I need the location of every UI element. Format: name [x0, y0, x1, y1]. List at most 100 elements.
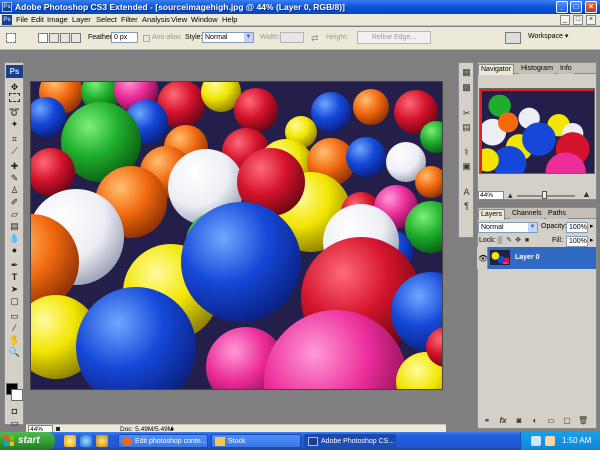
- adjustment-icon[interactable]: ◐: [530, 416, 540, 426]
- style-select[interactable]: Normal ▼: [202, 32, 254, 43]
- task-edit-photoshop[interactable]: Edit photoshop conte...: [118, 434, 208, 448]
- pen-tool-icon[interactable]: ✒: [7, 259, 22, 271]
- quick-mask-icon[interactable]: ◘: [7, 405, 22, 417]
- add-selection-icon[interactable]: [49, 33, 59, 43]
- new-layer-icon[interactable]: ▢: [562, 416, 572, 426]
- menu-window[interactable]: Window: [191, 14, 218, 26]
- menu-help[interactable]: Help: [222, 14, 237, 26]
- path-selection-tool-icon[interactable]: ➤: [7, 283, 22, 295]
- doc-minimize-button[interactable]: _: [560, 15, 570, 25]
- clone-stamp-tool-icon[interactable]: ♙: [7, 184, 22, 196]
- navigator-view-box[interactable]: [480, 89, 594, 173]
- lasso-tool-icon[interactable]: ➰: [7, 106, 22, 118]
- clone-source-panel-icon[interactable]: ▣: [460, 160, 473, 173]
- dodge-tool-icon[interactable]: ●: [7, 244, 22, 256]
- workspace-button[interactable]: Workspace ▾: [528, 32, 568, 42]
- history-brush-tool-icon[interactable]: ✐: [7, 196, 22, 208]
- menu-filter[interactable]: Filter: [121, 14, 138, 26]
- intersect-selection-icon[interactable]: [71, 33, 81, 43]
- blur-tool-icon[interactable]: 💧: [7, 232, 22, 244]
- palette-well-icon[interactable]: [505, 32, 521, 44]
- close-button[interactable]: ×: [585, 1, 597, 13]
- menu-edit[interactable]: Edit: [31, 14, 44, 26]
- brushes-panel-icon[interactable]: ▦: [460, 66, 473, 79]
- zoom-out-icon[interactable]: ▴: [508, 190, 513, 200]
- character-panel-icon[interactable]: A: [460, 186, 473, 199]
- lock-all-icon[interactable]: ■: [523, 237, 531, 245]
- fill-input[interactable]: 100%: [566, 236, 588, 247]
- subtract-selection-icon[interactable]: [60, 33, 70, 43]
- menu-file[interactable]: File: [16, 14, 28, 26]
- eye-icon[interactable]: 👁: [478, 254, 488, 264]
- gradient-tool-icon[interactable]: ▤: [7, 220, 22, 232]
- move-tool-icon[interactable]: ✥: [7, 81, 22, 93]
- fill-arrow-icon[interactable]: ▸: [590, 236, 594, 246]
- notes-tool-icon[interactable]: ▭: [7, 310, 22, 322]
- screen-mode-icon[interactable]: ▭: [7, 417, 22, 429]
- link-icon[interactable]: ⚭: [482, 416, 492, 426]
- width-input[interactable]: [280, 32, 304, 43]
- document-canvas[interactable]: [30, 81, 443, 390]
- tool-preset-icon[interactable]: [6, 33, 16, 43]
- network-icon[interactable]: [531, 436, 541, 446]
- task-photoshop[interactable]: Adobe Photoshop CS...: [304, 434, 396, 448]
- trash-icon[interactable]: 🗑: [578, 416, 588, 426]
- new-selection-icon[interactable]: [38, 33, 48, 43]
- menu-analysis[interactable]: Analysis: [142, 14, 170, 26]
- maximize-button[interactable]: □: [570, 1, 582, 13]
- swap-icon[interactable]: ⇄: [311, 33, 319, 43]
- menu-image[interactable]: Image: [47, 14, 68, 26]
- paragraph-panel-icon[interactable]: ¶: [460, 200, 473, 213]
- task-stock[interactable]: Stock: [211, 434, 301, 448]
- blend-mode-select[interactable]: Normal ▼: [478, 222, 538, 233]
- refine-edge-button[interactable]: Refine Edge...: [357, 31, 431, 44]
- opacity-input[interactable]: 100%: [566, 222, 588, 233]
- start-button[interactable]: start: [0, 432, 55, 450]
- fx-icon[interactable]: fx: [498, 416, 508, 426]
- tab-histogram[interactable]: Histogram: [519, 64, 555, 74]
- lock-transparency-icon[interactable]: ▒: [496, 237, 504, 245]
- lock-pixels-icon[interactable]: ✎: [505, 237, 513, 245]
- history-panel-icon[interactable]: ▤: [460, 121, 473, 134]
- doc-close-button[interactable]: ×: [586, 15, 596, 25]
- magic-wand-tool-icon[interactable]: ✦: [7, 118, 22, 130]
- zoom-in-icon[interactable]: ▲: [582, 189, 591, 199]
- folder-quicklaunch-icon[interactable]: [96, 435, 108, 447]
- menu-select[interactable]: Select: [96, 14, 117, 26]
- type-tool-icon[interactable]: T: [7, 271, 22, 283]
- slice-tool-icon[interactable]: ⟋: [7, 145, 22, 157]
- antialias-checkbox[interactable]: [143, 35, 150, 42]
- marquee-tool-icon[interactable]: [9, 93, 20, 102]
- volume-icon[interactable]: [545, 436, 555, 446]
- lock-position-icon[interactable]: ✥: [514, 237, 522, 245]
- background-color-swatch[interactable]: [11, 389, 23, 401]
- folder-icon[interactable]: ▭: [546, 416, 556, 426]
- tab-paths[interactable]: Paths: [546, 209, 568, 219]
- layer-comps-panel-icon[interactable]: ⚕: [460, 146, 473, 159]
- ie-quicklaunch-icon[interactable]: [80, 435, 92, 447]
- actions-panel-icon[interactable]: ✂: [460, 107, 473, 120]
- photoshop-menu-icon[interactable]: Ps: [2, 15, 12, 25]
- doc-restore-button[interactable]: □: [573, 15, 583, 25]
- brush-tool-icon[interactable]: ✎: [7, 172, 22, 184]
- tab-navigator[interactable]: Navigator: [478, 64, 514, 75]
- minimize-button[interactable]: _: [556, 1, 568, 13]
- opacity-arrow-icon[interactable]: ▸: [590, 222, 594, 232]
- navigator-zoom-field[interactable]: 44%: [478, 191, 504, 200]
- tab-info[interactable]: Info: [558, 64, 574, 74]
- crop-tool-icon[interactable]: ⌗: [7, 133, 22, 145]
- zoom-slider-thumb[interactable]: [542, 191, 547, 199]
- tab-channels[interactable]: Channels: [510, 209, 544, 219]
- healing-brush-tool-icon[interactable]: ✚: [7, 160, 22, 172]
- firefox-quicklaunch-icon[interactable]: [64, 435, 76, 447]
- tool-presets-panel-icon[interactable]: ▩: [460, 81, 473, 94]
- hand-tool-icon[interactable]: ✋: [7, 334, 22, 346]
- mask-icon[interactable]: ◙: [514, 416, 524, 426]
- menu-view[interactable]: View: [171, 14, 187, 26]
- navigator-thumbnail[interactable]: [479, 88, 595, 174]
- zoom-tool-icon[interactable]: 🔍: [7, 346, 22, 358]
- feather-input[interactable]: 0 px: [111, 32, 138, 43]
- shape-tool-icon[interactable]: ▢: [7, 295, 22, 307]
- menu-layer[interactable]: Layer: [72, 14, 91, 26]
- eyedropper-tool-icon[interactable]: ⁄: [7, 322, 22, 334]
